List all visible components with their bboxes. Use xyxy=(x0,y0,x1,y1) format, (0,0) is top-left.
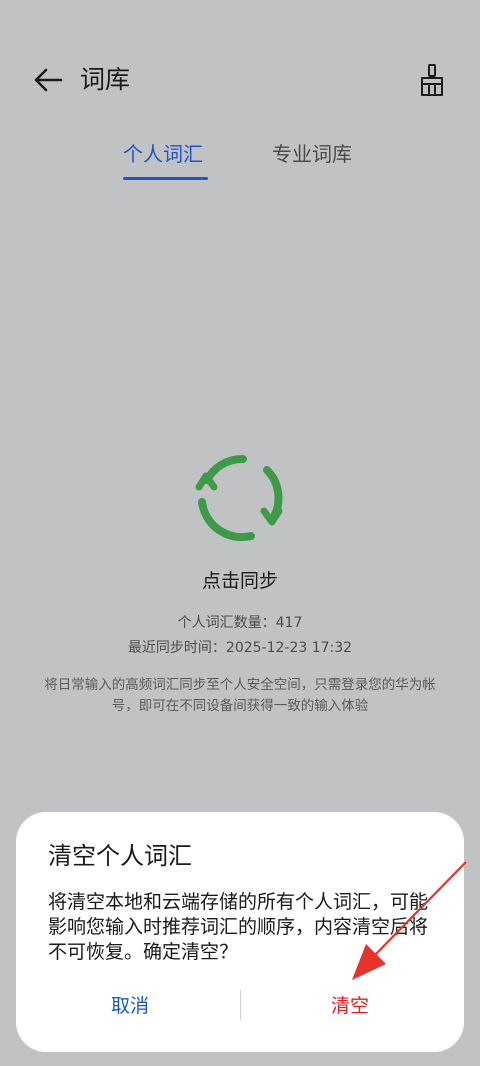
confirm-clear-button[interactable]: 清空 xyxy=(240,980,460,1028)
arrow-left-icon xyxy=(34,68,63,92)
sync-label[interactable]: 点击同步 xyxy=(0,566,480,593)
dialog-title: 清空个人词汇 xyxy=(48,842,192,870)
clean-button[interactable] xyxy=(410,60,454,100)
last-sync-time: 最近同步时间：2025-12-23 17:32 xyxy=(127,640,353,656)
vocab-count: 个人词汇数量：417 xyxy=(177,615,303,631)
sync-button[interactable] xyxy=(193,452,287,546)
cancel-button[interactable]: 取消 xyxy=(20,980,240,1028)
tab-personal-vocab[interactable]: 个人词汇 xyxy=(123,136,203,172)
page-title: 词库 xyxy=(80,65,131,94)
tab-active-indicator xyxy=(123,177,208,180)
app-header: 词库 xyxy=(0,48,480,112)
broom-icon xyxy=(421,64,443,96)
clear-confirm-dialog: 清空个人词汇 将清空本地和云端存储的所有个人词汇，可能影响您输入时推荐词汇的顺序… xyxy=(16,812,464,1052)
tab-professional-lexicon[interactable]: 专业词库 xyxy=(272,136,352,172)
sync-icon xyxy=(195,454,283,542)
tab-bar: 个人词汇 专业词库 xyxy=(0,136,480,186)
back-button[interactable] xyxy=(28,62,68,98)
dialog-message: 将清空本地和云端存储的所有个人词汇，可能影响您输入时推荐词汇的顺序，内容清空后将… xyxy=(48,891,429,963)
sync-description: 将日常输入的高频词汇同步至个人安全空间，只需登录您的华为帐号，即可在不同设备间获… xyxy=(44,677,436,714)
